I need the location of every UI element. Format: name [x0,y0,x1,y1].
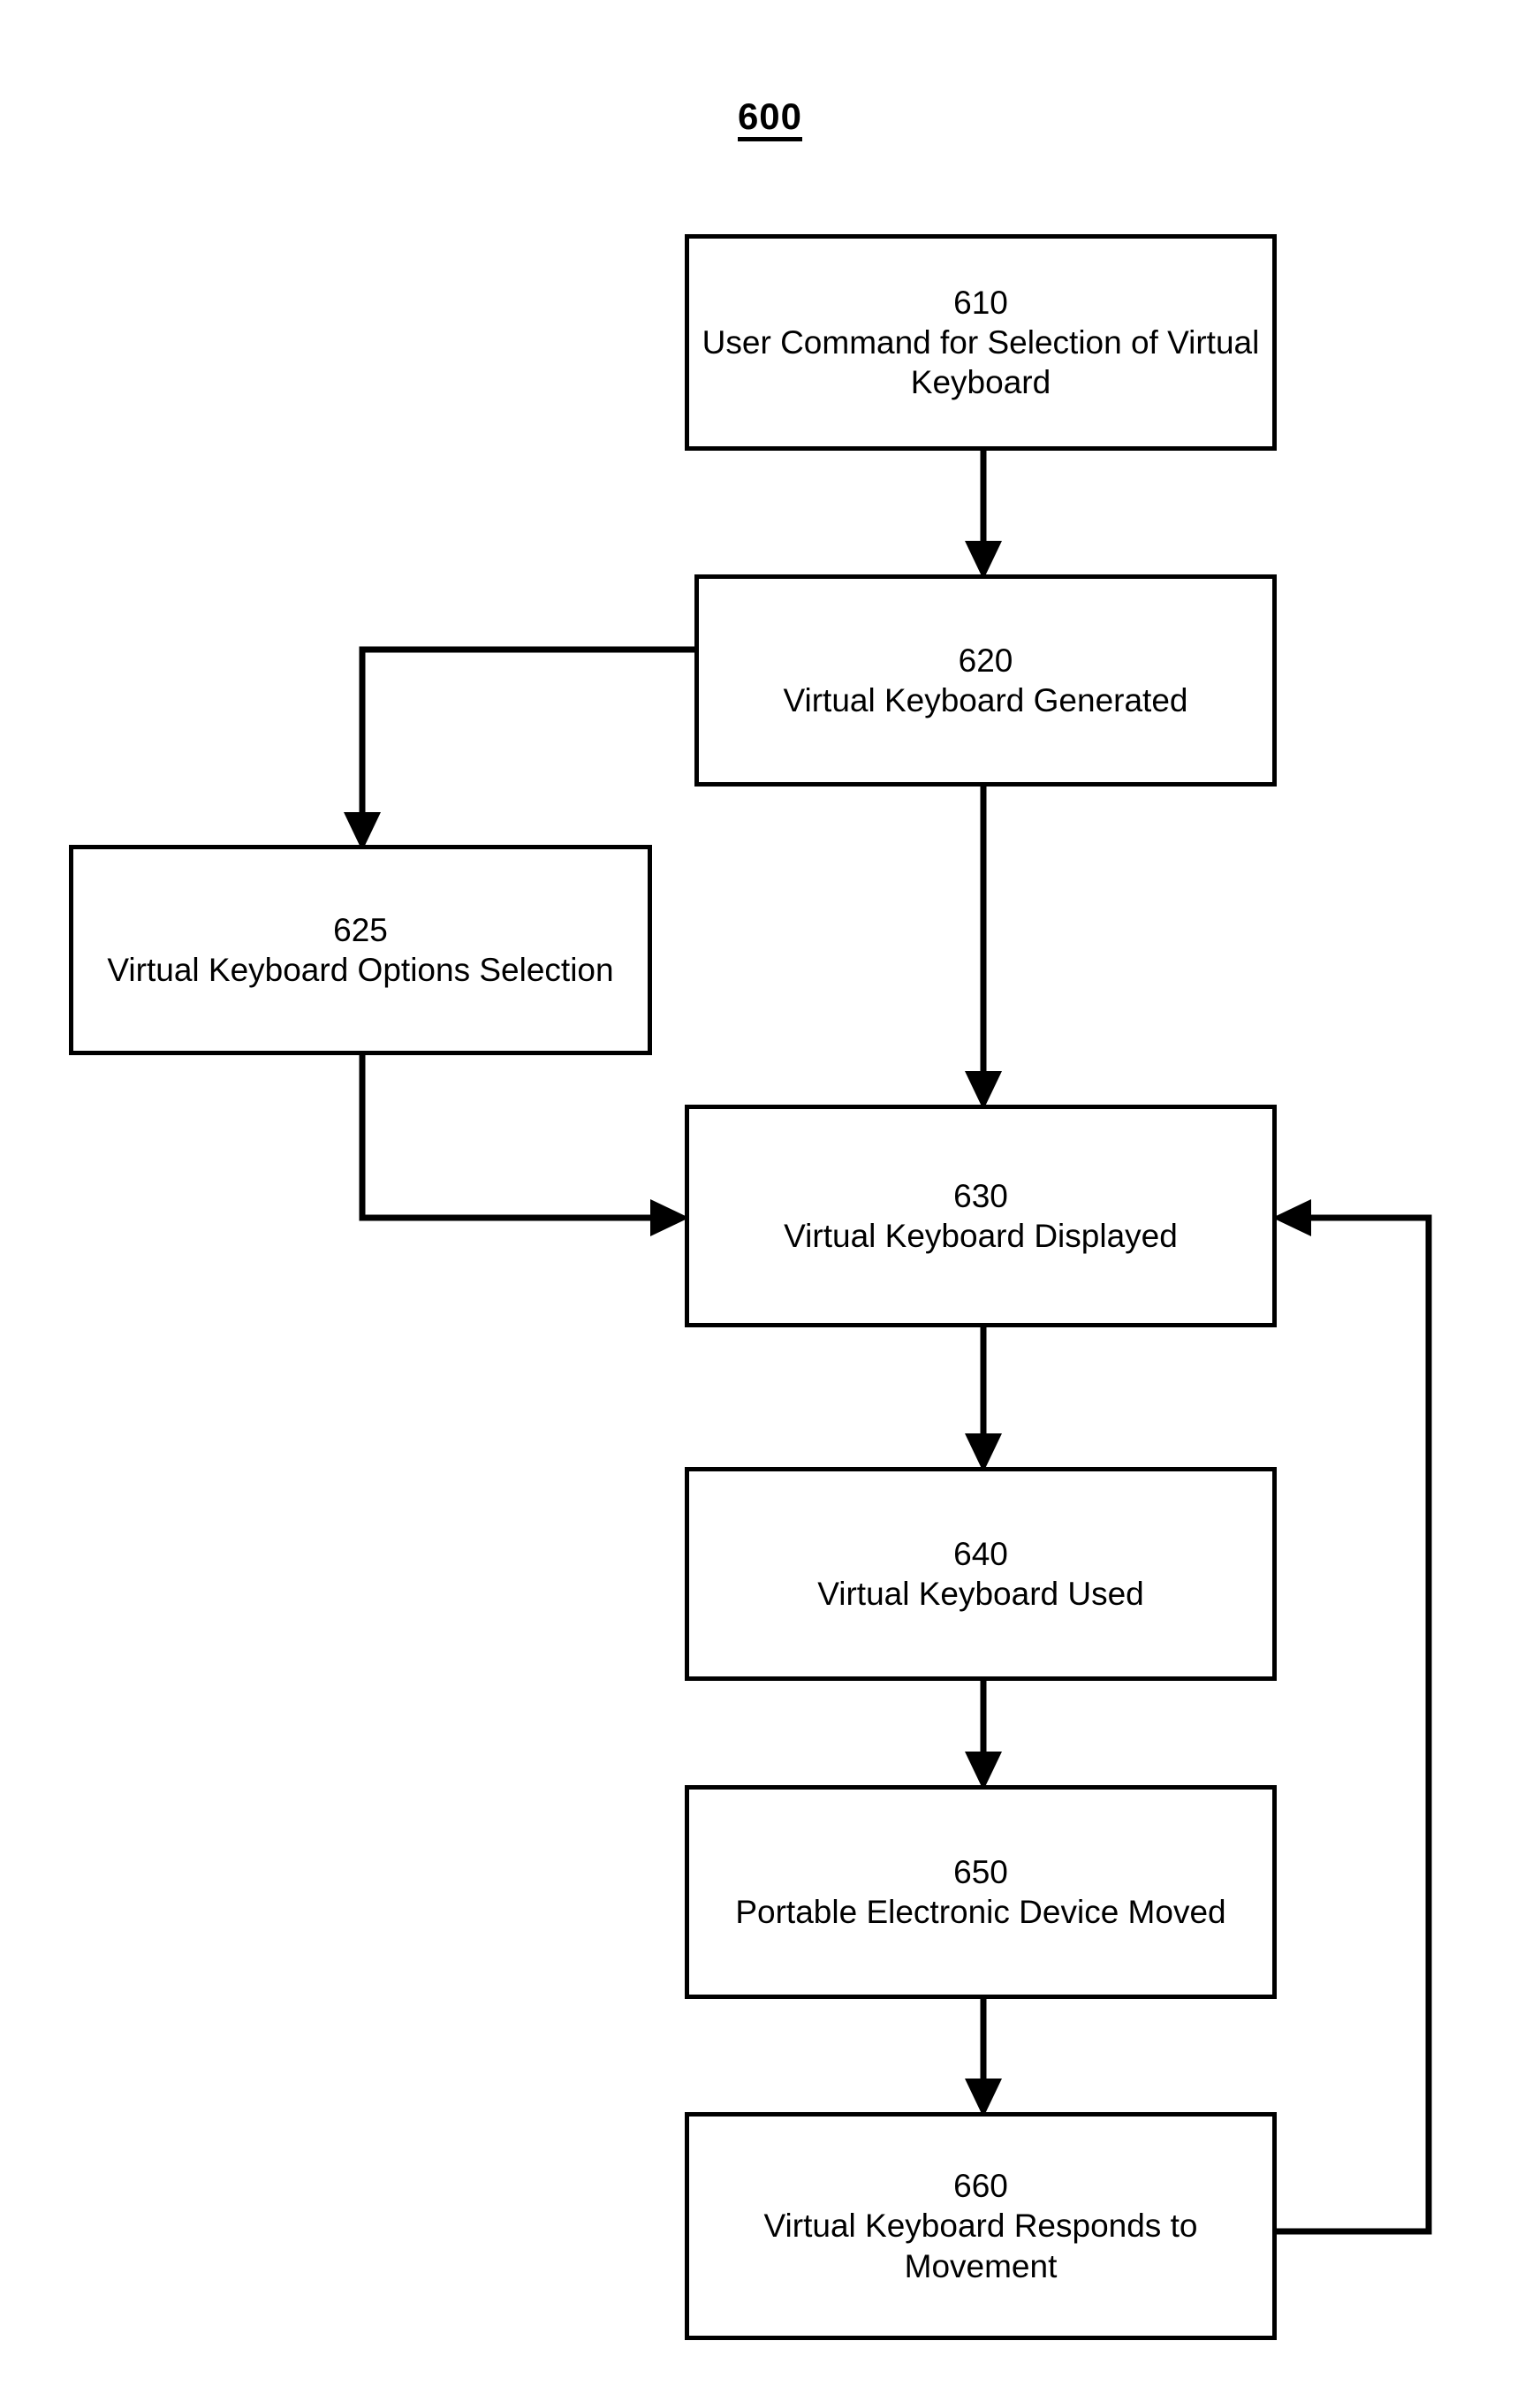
node-640[interactable]: 640 Virtual Keyboard Used [685,1467,1277,1681]
node-610-ref: 610 [953,284,1008,321]
node-640-ref: 640 [953,1535,1008,1572]
flowchart-diagram: 600 610 User Command for Selection of Vi… [0,0,1540,2394]
node-620-label: Virtual Keyboard Generated [783,682,1188,718]
edge-640-to-650 [965,1681,1002,1790]
figure-number: 600 [0,95,1540,141]
edge-625-to-630 [359,1055,689,1236]
node-650-label: Portable Electronic Device Moved [735,1894,1226,1930]
edge-620-to-625 [344,646,694,851]
node-660[interactable]: 660 Virtual Keyboard Responds to Movemen… [685,2112,1277,2340]
node-650-ref: 650 [953,1853,1008,1890]
node-625-ref: 625 [333,911,388,948]
node-630-ref: 630 [953,1177,1008,1214]
node-640-label: Virtual Keyboard Used [817,1576,1144,1612]
edge-660-to-630-feedback [1272,1199,1432,2235]
node-660-ref: 660 [953,2168,1008,2205]
edge-630-to-640 [965,1327,1002,1472]
node-660-label: Virtual Keyboard Responds to Movement [763,2208,1198,2284]
edge-610-to-620 [965,451,1002,580]
node-610[interactable]: 610 User Command for Selection of Virtua… [685,234,1277,451]
node-650[interactable]: 650 Portable Electronic Device Moved [685,1785,1277,1999]
edge-650-to-660 [965,1999,1002,2117]
edge-620-to-630 [965,787,1002,1110]
node-630-label: Virtual Keyboard Displayed [784,1218,1178,1254]
node-620[interactable]: 620 Virtual Keyboard Generated [694,574,1277,787]
node-625-label: Virtual Keyboard Options Selection [107,952,614,988]
node-630[interactable]: 630 Virtual Keyboard Displayed [685,1105,1277,1327]
node-610-label: User Command for Selection of Virtual Ke… [702,323,1260,401]
node-625[interactable]: 625 Virtual Keyboard Options Selection [69,845,652,1055]
node-620-ref: 620 [958,642,1013,679]
figure-number-text: 600 [737,98,803,141]
